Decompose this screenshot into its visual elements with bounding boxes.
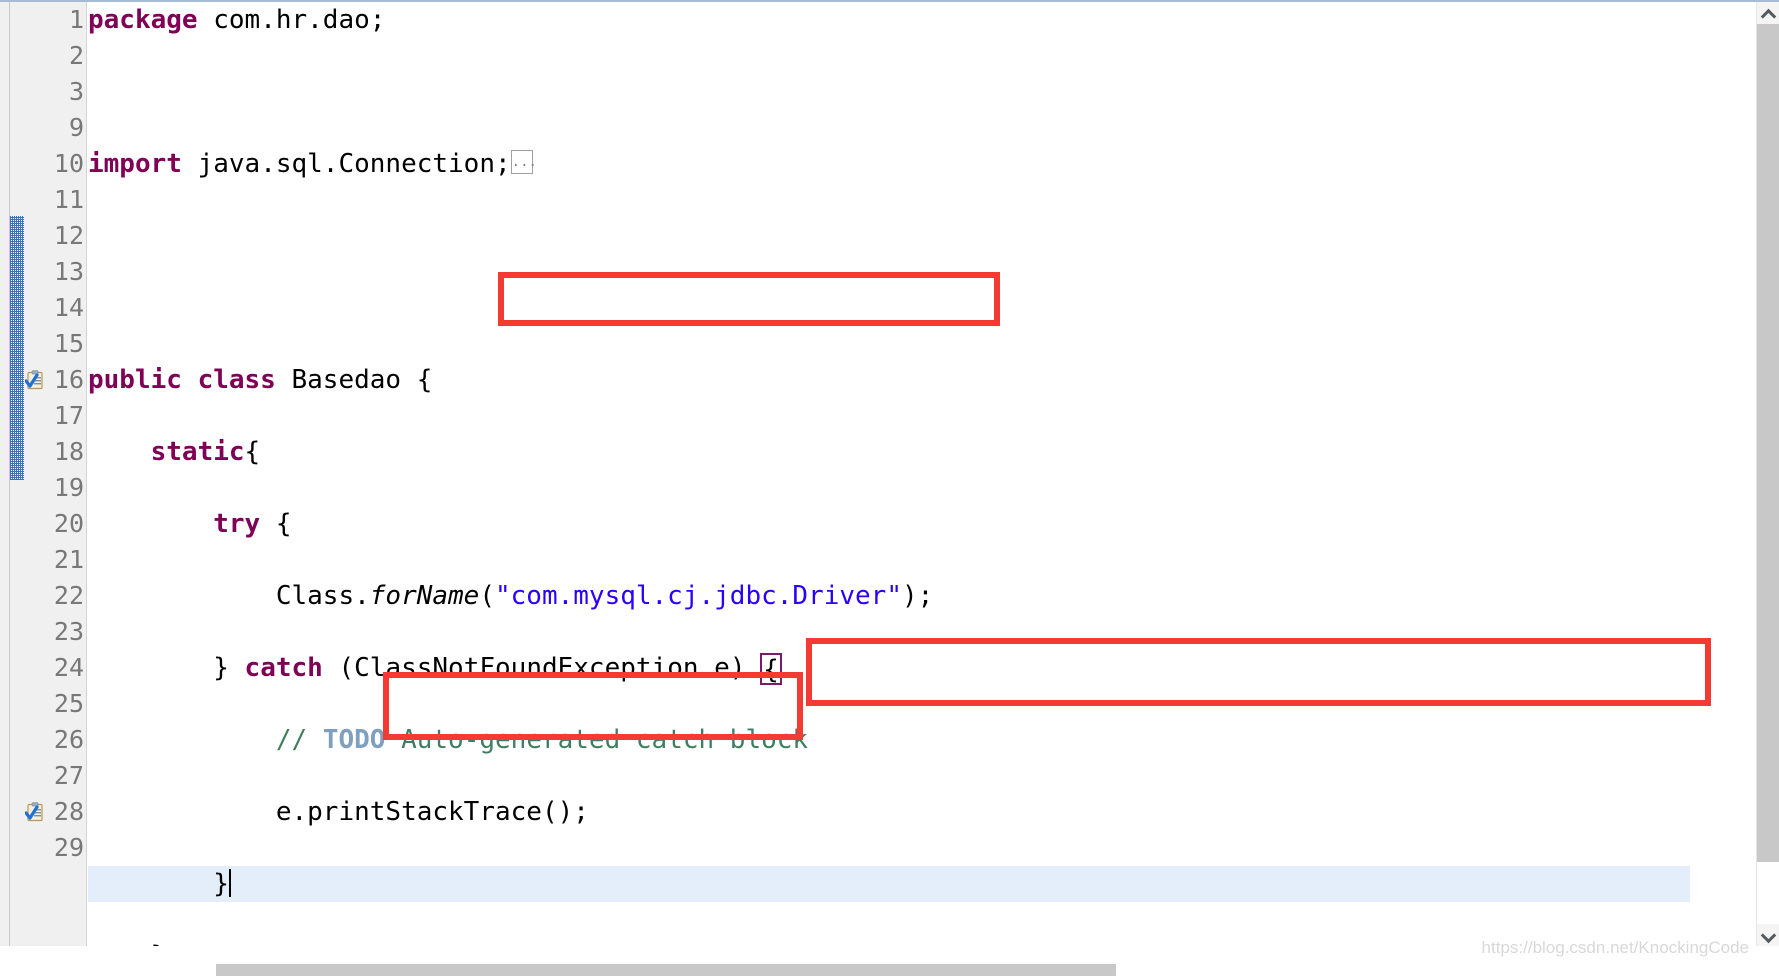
code-token-pln: e.printStackTrace(); bbox=[88, 797, 589, 827]
code-token-pln: com.hr.dao; bbox=[197, 5, 386, 35]
line-number: 18 bbox=[53, 437, 84, 466]
line-number: 3 bbox=[68, 77, 84, 106]
code-line[interactable]: // TODO Auto-generated catch block bbox=[88, 722, 1690, 758]
code-line[interactable]: } bbox=[88, 938, 1690, 946]
bracket-match-highlight: { bbox=[760, 652, 782, 685]
line-number: 11 bbox=[53, 185, 84, 214]
code-token-cmt: // bbox=[275, 725, 323, 755]
line-number: 1 bbox=[68, 5, 84, 34]
code-token-pln: (ClassNotFoundException e) bbox=[322, 653, 762, 683]
line-number: 27 bbox=[53, 761, 84, 790]
code-line[interactable] bbox=[88, 74, 1690, 110]
horizontal-scrollbar-trough[interactable] bbox=[88, 964, 1690, 976]
code-line[interactable]: } catch (ClassNotFoundException e) { bbox=[88, 650, 1690, 686]
line-number: 13 bbox=[53, 257, 84, 286]
horizontal-scrollbar-thumb[interactable] bbox=[216, 964, 1116, 976]
code-token-pln: { bbox=[260, 509, 292, 539]
code-line[interactable] bbox=[88, 218, 1690, 254]
collapsed-import-ellipsis[interactable]: ... bbox=[510, 149, 537, 174]
editor-outer-gutter bbox=[0, 2, 10, 946]
line-number: 29 bbox=[53, 833, 84, 862]
code-token-kw: import bbox=[88, 149, 182, 179]
line-number: 2 bbox=[68, 41, 84, 70]
code-token-pln: { bbox=[244, 437, 261, 467]
todo-task-marker-icon[interactable] bbox=[24, 802, 47, 822]
code-token-pln: } bbox=[88, 653, 245, 683]
line-number: 23 bbox=[53, 617, 84, 646]
code-line[interactable]: } bbox=[88, 866, 1690, 902]
code-token-kw: static bbox=[150, 437, 245, 467]
code-token-cmt: Auto-generated catch block bbox=[385, 725, 809, 755]
line-number: 16 bbox=[53, 365, 84, 394]
code-token-pln: Basedao { bbox=[275, 365, 433, 395]
code-token-pln bbox=[88, 725, 276, 755]
chevron-down-icon[interactable] bbox=[1757, 924, 1779, 946]
line-number: 10 bbox=[53, 149, 84, 178]
code-text-area[interactable]: package com.hr.dao; import java.sql.Conne… bbox=[88, 2, 1690, 946]
line-number: 28 bbox=[53, 797, 84, 826]
code-token-pln bbox=[88, 509, 213, 539]
line-number: 24 bbox=[53, 653, 84, 682]
code-line[interactable]: try { bbox=[88, 506, 1690, 542]
code-line[interactable]: static{ bbox=[88, 434, 1690, 470]
code-token-pln: ( bbox=[479, 581, 495, 611]
chevron-up-icon[interactable] bbox=[1757, 2, 1779, 24]
code-line[interactable]: e.printStackTrace(); bbox=[88, 794, 1690, 830]
watermark-url: https://blog.csdn.net/KnockingCode bbox=[1481, 938, 1749, 957]
code-token-pln: } bbox=[88, 869, 229, 899]
line-number: 21 bbox=[53, 545, 84, 574]
vertical-scrollbar-thumb[interactable] bbox=[1757, 24, 1779, 862]
code-token-pln: Class. bbox=[88, 581, 370, 611]
code-token-kw: package bbox=[88, 5, 198, 35]
code-line[interactable]: package com.hr.dao; bbox=[88, 2, 1690, 38]
text-caret bbox=[228, 868, 231, 897]
line-number: 15 bbox=[53, 329, 84, 358]
code-token-kw: public class bbox=[88, 365, 276, 395]
horizontal-scrollbar[interactable] bbox=[0, 962, 1779, 976]
todo-task-marker-icon[interactable] bbox=[24, 370, 47, 390]
code-token-kw: try bbox=[213, 509, 261, 539]
change-ruler[interactable] bbox=[10, 2, 24, 946]
code-line[interactable]: public class Basedao { bbox=[88, 362, 1690, 398]
line-number: 22 bbox=[53, 581, 84, 610]
line-number-gutter: 1 2 3 9 10 11 12 13 14 15 16 17 18 19 20 21 22 23 24 25 26 27… bbox=[48, 2, 87, 946]
line-number: 14 bbox=[53, 293, 84, 322]
line-number: 20 bbox=[53, 509, 84, 538]
line-number: 25 bbox=[53, 689, 84, 718]
line-number: 26 bbox=[53, 725, 84, 754]
line-number: 17 bbox=[53, 401, 84, 430]
change-bar-static-block bbox=[10, 216, 24, 480]
code-token-todo: TODO bbox=[322, 725, 386, 755]
code-token-mth: forName bbox=[369, 581, 480, 611]
code-token-pln: ); bbox=[902, 581, 934, 611]
code-line[interactable] bbox=[88, 290, 1690, 326]
code-line[interactable]: Class.forName("com.mysql.cj.jdbc.Driver"… bbox=[88, 578, 1690, 614]
code-token-pln: } bbox=[88, 941, 167, 946]
line-number: 9 bbox=[68, 113, 84, 142]
code-token-pln: java.sql.Connection; bbox=[181, 149, 511, 179]
line-number: 19 bbox=[53, 473, 84, 502]
code-line[interactable]: import java.sql.Connection;... bbox=[88, 146, 1690, 182]
code-token-kw: catch bbox=[244, 653, 323, 683]
code-token-str: "com.mysql.cj.jdbc.Driver" bbox=[495, 581, 902, 611]
line-number: 12 bbox=[53, 221, 84, 250]
marker-gutter[interactable] bbox=[24, 2, 48, 946]
java-code-editor: 1 2 3 9 10 11 12 13 14 15 16 17 18 19 20 21 22 23 24 25 26 27… bbox=[0, 0, 1779, 976]
code-token-pln bbox=[88, 437, 151, 467]
vertical-scrollbar[interactable] bbox=[1756, 2, 1779, 946]
